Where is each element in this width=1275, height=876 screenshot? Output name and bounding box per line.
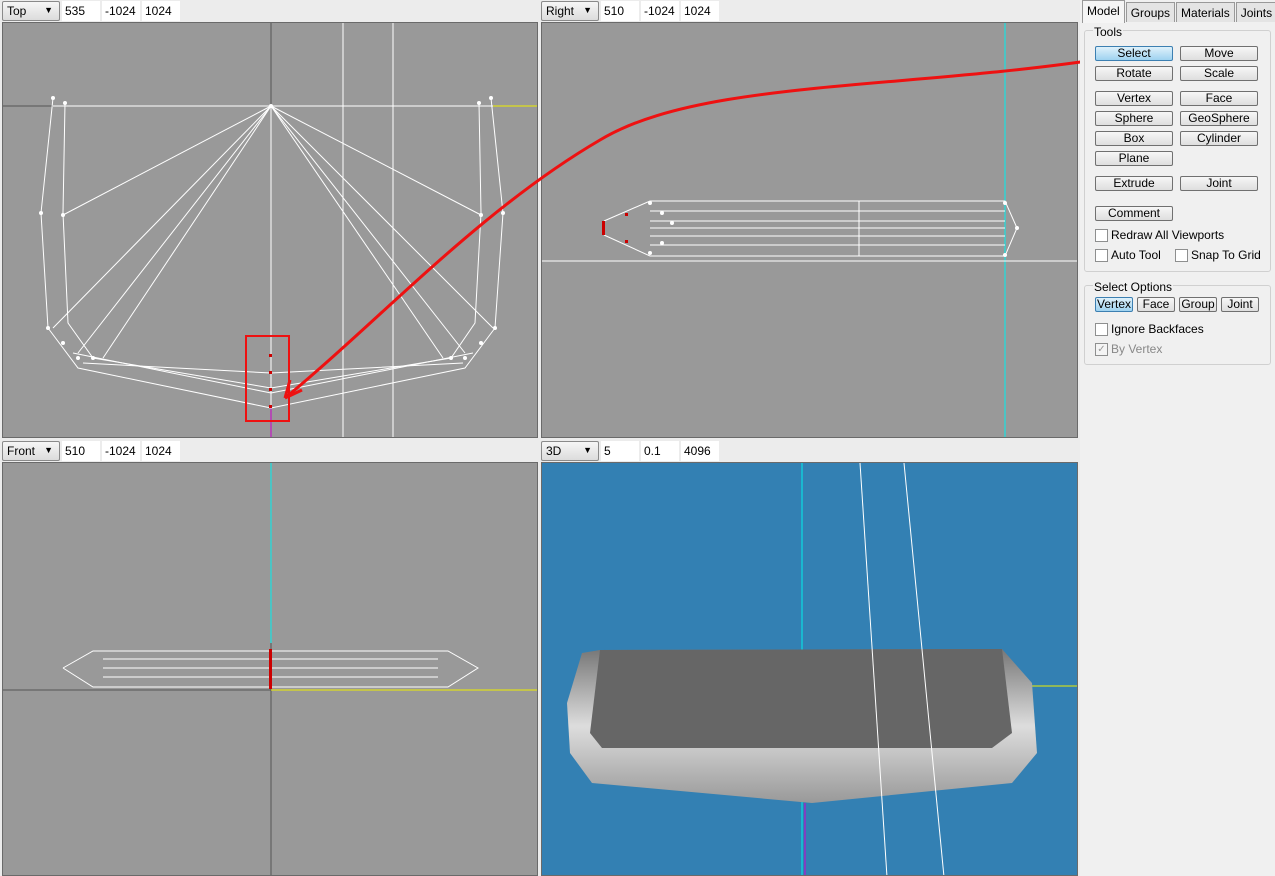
zoom-field[interactable]	[601, 441, 639, 461]
max-field[interactable]	[142, 441, 180, 461]
view-label: Top	[7, 4, 27, 18]
view-select-right[interactable]: Right ▼	[541, 1, 599, 21]
top-viewport[interactable]	[2, 22, 538, 438]
min-field[interactable]	[102, 441, 140, 461]
joint-button[interactable]: Joint	[1180, 176, 1258, 191]
front-viewport-toolbar: Front ▼	[2, 441, 180, 461]
sphere-button[interactable]: Sphere	[1095, 111, 1173, 126]
checkbox-label: Auto Tool	[1111, 248, 1161, 262]
right-viewport-toolbar: Right ▼	[541, 1, 719, 21]
min-field[interactable]	[641, 441, 679, 461]
3d-viewport-toolbar: 3D ▼	[541, 441, 719, 461]
zoom-field[interactable]	[62, 1, 100, 21]
select-group-button[interactable]: Group	[1179, 297, 1217, 312]
tools-label: Tools	[1093, 25, 1124, 39]
tools-group: Tools Select Move Rotate Scale Vertex Fa…	[1084, 25, 1271, 272]
face-button[interactable]: Face	[1180, 91, 1258, 106]
select-face-button[interactable]: Face	[1137, 297, 1175, 312]
selection-highlight-box	[245, 335, 290, 422]
tab-groups[interactable]: Groups	[1125, 2, 1176, 22]
panel-tabs: Model Groups Materials Joints	[1082, 0, 1275, 23]
top-wireframe	[3, 23, 537, 437]
ignore-backfaces-checkbox[interactable]: Ignore Backfaces	[1095, 322, 1204, 336]
chevron-down-icon: ▼	[44, 445, 53, 455]
checkbox-box	[1095, 322, 1108, 336]
min-field[interactable]	[641, 1, 679, 21]
box-button[interactable]: Box	[1095, 131, 1173, 146]
right-viewport[interactable]	[541, 22, 1078, 438]
vertex-button[interactable]: Vertex	[1095, 91, 1173, 106]
view-label: 3D	[546, 444, 562, 458]
tab-model[interactable]: Model	[1082, 0, 1125, 23]
view-select-front[interactable]: Front ▼	[2, 441, 60, 461]
min-field[interactable]	[102, 1, 140, 21]
chevron-down-icon: ▼	[583, 445, 592, 455]
chevron-down-icon: ▼	[44, 5, 53, 15]
geosphere-button[interactable]: GeoSphere	[1180, 111, 1258, 126]
snap-to-grid-checkbox[interactable]: Snap To Grid	[1175, 248, 1261, 262]
max-field[interactable]	[681, 441, 719, 461]
redraw-all-viewports-checkbox[interactable]: Redraw All Viewports	[1095, 228, 1224, 242]
right-wireframe	[542, 23, 1077, 437]
rotate-button[interactable]: Rotate	[1095, 66, 1173, 81]
checkbox-label: Ignore Backfaces	[1111, 322, 1204, 336]
front-viewport[interactable]	[2, 462, 538, 876]
cylinder-button[interactable]: Cylinder	[1180, 131, 1258, 146]
checkbox-label: Snap To Grid	[1191, 248, 1261, 262]
checkbox-label: Redraw All Viewports	[1111, 228, 1225, 242]
tab-joints[interactable]: Joints	[1235, 2, 1275, 22]
3d-model-render	[567, 463, 1077, 875]
select-joint-button[interactable]: Joint	[1221, 297, 1259, 312]
plane-button[interactable]: Plane	[1095, 151, 1173, 166]
view-select-top[interactable]: Top ▼	[2, 1, 60, 21]
select-options-label: Select Options	[1093, 280, 1174, 294]
checkbox-label: By Vertex	[1111, 342, 1163, 356]
by-vertex-checkbox[interactable]: ✓ By Vertex	[1095, 342, 1162, 356]
select-options-group: Select Options Vertex Face Group Joint I…	[1084, 280, 1271, 365]
auto-tool-checkbox[interactable]: Auto Tool	[1095, 248, 1161, 262]
max-field[interactable]	[142, 1, 180, 21]
checkbox-box	[1175, 248, 1188, 262]
view-select-3d[interactable]: 3D ▼	[541, 441, 599, 461]
zoom-field[interactable]	[601, 1, 639, 21]
check-icon: ✓	[1095, 342, 1108, 356]
checkbox-box	[1095, 248, 1108, 262]
3d-viewport[interactable]	[541, 462, 1078, 876]
tab-materials[interactable]: Materials	[1176, 2, 1235, 22]
tool-panel: Model Groups Materials Joints Tools Sele…	[1080, 0, 1275, 876]
zoom-field[interactable]	[62, 441, 100, 461]
top-viewport-toolbar: Top ▼	[2, 1, 180, 21]
comment-button[interactable]: Comment	[1095, 206, 1173, 221]
max-field[interactable]	[681, 1, 719, 21]
view-label: Right	[546, 4, 575, 18]
select-vertex-button[interactable]: Vertex	[1095, 297, 1133, 312]
checkbox-box	[1095, 228, 1108, 242]
chevron-down-icon: ▼	[583, 5, 592, 15]
scale-button[interactable]: Scale	[1180, 66, 1258, 81]
front-wireframe	[3, 463, 537, 875]
view-label: Front	[7, 444, 36, 458]
select-button[interactable]: Select	[1095, 46, 1173, 61]
move-button[interactable]: Move	[1180, 46, 1258, 61]
extrude-button[interactable]: Extrude	[1095, 176, 1173, 191]
